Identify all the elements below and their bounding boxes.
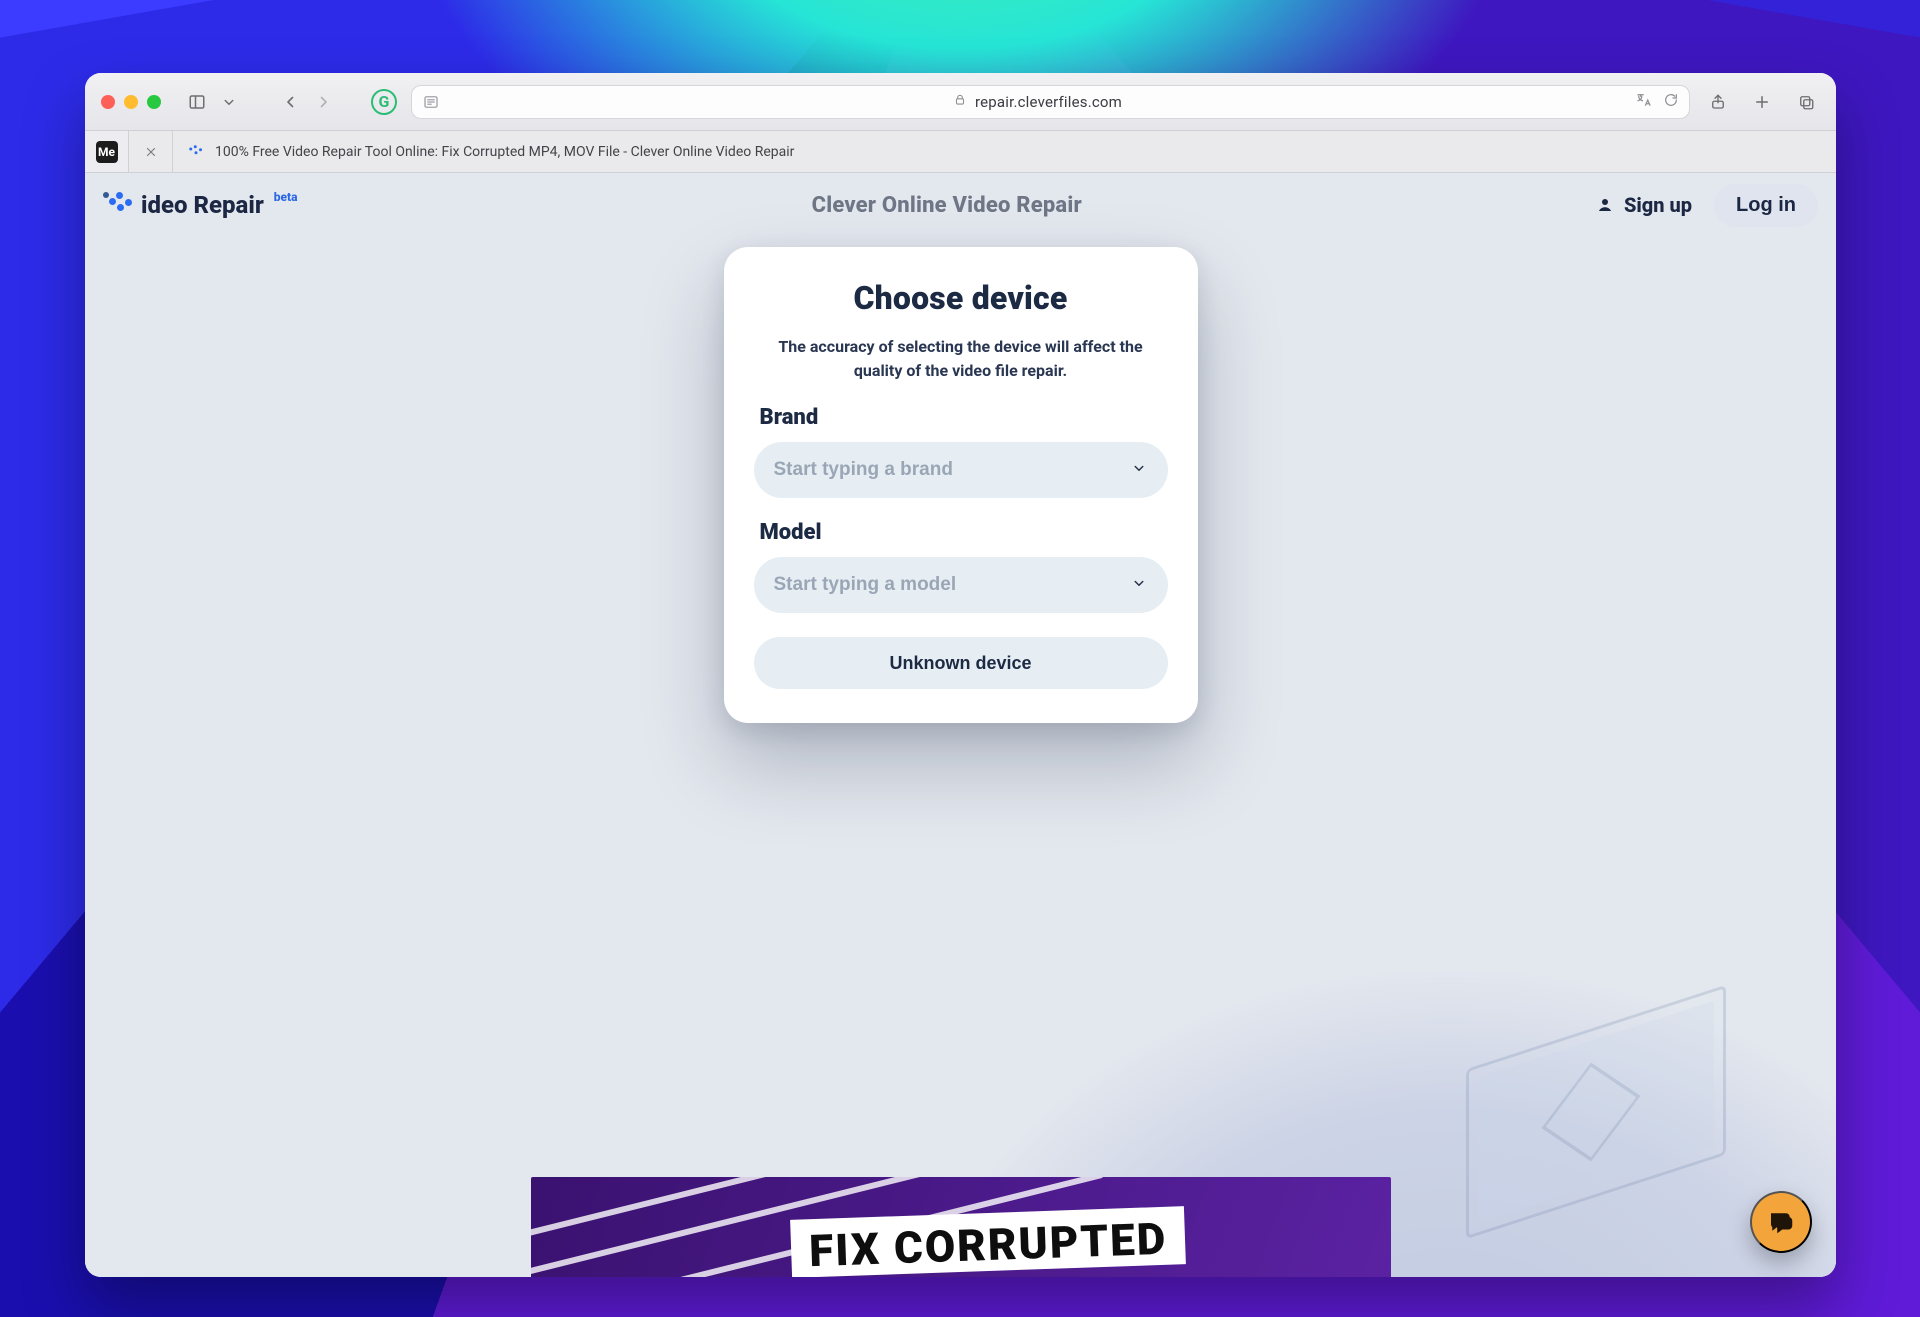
- reload-icon[interactable]: [1663, 92, 1679, 112]
- share-button[interactable]: [1704, 88, 1732, 116]
- pinned-tab[interactable]: Me: [85, 131, 129, 172]
- banner-headline: FIX CORRUPTED: [790, 1206, 1186, 1277]
- page-title: Clever Online Video Repair: [314, 193, 1580, 218]
- brand-name: ideo Repair: [141, 191, 264, 219]
- promo-banner[interactable]: FIX CORRUPTED: [531, 1177, 1391, 1277]
- tab-title-text: 100% Free Video Repair Tool Online: Fix …: [215, 144, 794, 160]
- choose-device-card: Choose device The accuracy of selecting …: [724, 247, 1198, 723]
- lock-icon: [953, 92, 967, 111]
- unknown-device-button[interactable]: Unknown device: [754, 637, 1168, 689]
- signup-link[interactable]: Sign up: [1596, 193, 1692, 217]
- model-label: Model: [760, 520, 1162, 545]
- person-icon: [1596, 196, 1614, 214]
- safari-window: repair.cleverfiles.com: [85, 73, 1836, 1277]
- brand-logo[interactable]: ideo Repair beta: [103, 191, 298, 219]
- translate-icon[interactable]: [1635, 91, 1653, 113]
- close-tab-button[interactable]: [129, 131, 173, 172]
- signup-label: Sign up: [1624, 193, 1692, 217]
- close-window-button[interactable]: [101, 95, 115, 109]
- brand-label: Brand: [760, 405, 1162, 430]
- close-icon: [144, 145, 158, 159]
- login-button[interactable]: Log in: [1714, 184, 1818, 227]
- back-button[interactable]: [277, 88, 305, 116]
- brand-input[interactable]: [774, 459, 1130, 481]
- grammarly-extension-button[interactable]: [371, 89, 397, 115]
- card-title: Choose device: [754, 279, 1168, 317]
- chevron-left-icon: [282, 93, 300, 111]
- chevron-down-icon[interactable]: [1130, 574, 1148, 596]
- tab-strip: Me 100% Free Video Repair Tool Online: F…: [85, 131, 1836, 173]
- page-viewport: ideo Repair beta Clever Online Video Rep…: [85, 173, 1836, 1277]
- window-toolbar: repair.cleverfiles.com: [85, 73, 1836, 131]
- chevron-right-icon: [314, 93, 332, 111]
- tab-overview-button[interactable]: [1792, 88, 1820, 116]
- sidebar-toggle-button[interactable]: [183, 88, 211, 116]
- model-input[interactable]: [774, 574, 1130, 596]
- chat-icon: [1766, 1207, 1796, 1237]
- chevron-down-icon: [220, 93, 238, 111]
- chevron-down-icon[interactable]: [1130, 459, 1148, 481]
- nav-buttons: [277, 88, 337, 116]
- tab-favicon: [187, 143, 205, 161]
- sidebar-dropdown-button[interactable]: [215, 88, 243, 116]
- zoom-window-button[interactable]: [147, 95, 161, 109]
- reader-mode-icon[interactable]: [422, 93, 440, 111]
- chat-button[interactable]: Chat: [1750, 1191, 1812, 1253]
- brand-beta-badge: beta: [274, 190, 298, 204]
- forward-button[interactable]: [309, 88, 337, 116]
- sidebar-icon: [188, 93, 206, 111]
- card-note: The accuracy of selecting the device wil…: [760, 335, 1162, 383]
- site-header: ideo Repair beta Clever Online Video Rep…: [85, 173, 1836, 237]
- pinned-tab-favicon: Me: [96, 141, 118, 163]
- new-tab-button[interactable]: [1748, 88, 1776, 116]
- active-tab[interactable]: 100% Free Video Repair Tool Online: Fix …: [173, 131, 808, 172]
- auth-actions: Sign up Log in: [1596, 184, 1818, 227]
- address-bar[interactable]: repair.cleverfiles.com: [411, 85, 1690, 119]
- brand-logo-icon: [103, 192, 133, 218]
- minimize-window-button[interactable]: [124, 95, 138, 109]
- model-combobox[interactable]: [754, 557, 1168, 613]
- url-host: repair.cleverfiles.com: [975, 93, 1122, 111]
- traffic-lights: [101, 95, 161, 109]
- toolbar-right: [1704, 88, 1820, 116]
- sidebar-button-group: [183, 88, 243, 116]
- brand-combobox[interactable]: [754, 442, 1168, 498]
